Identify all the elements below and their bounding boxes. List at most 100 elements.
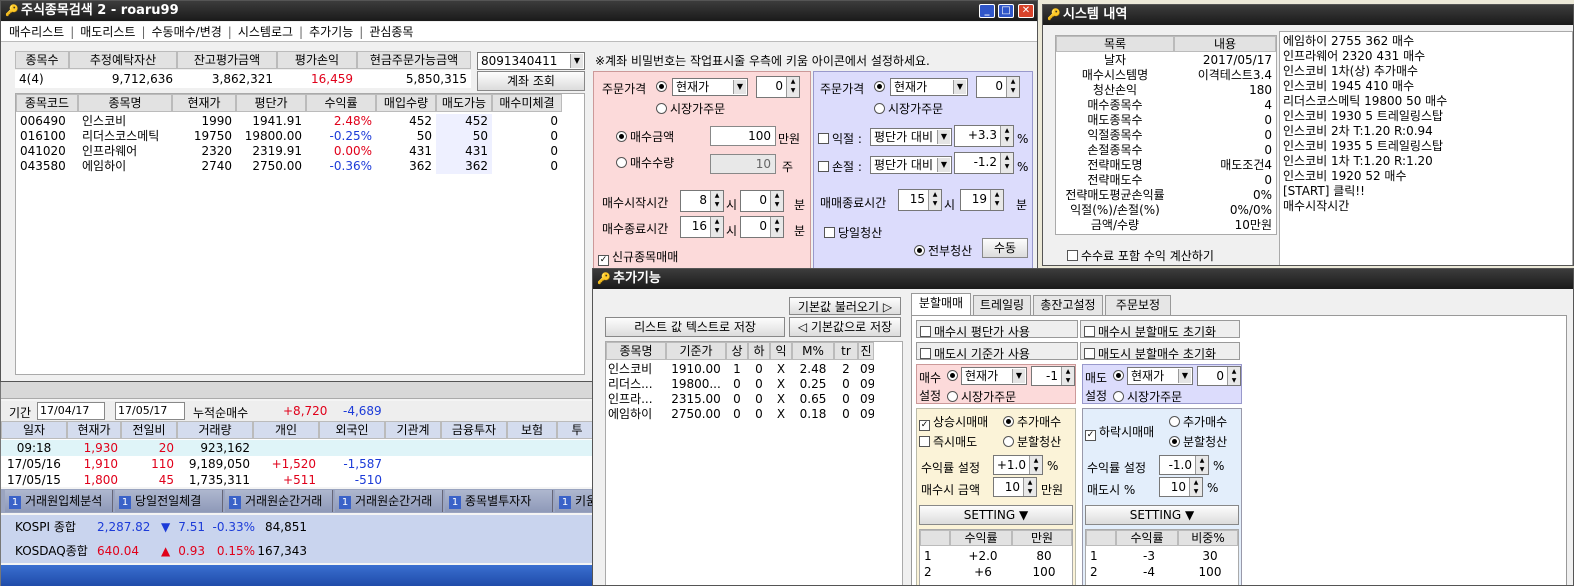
stock-cell[interactable]: 2320: [172, 144, 236, 159]
table-cell[interactable]: 1: [920, 548, 950, 564]
split-sell-price-select[interactable]: 현재가 ▼: [1127, 367, 1193, 385]
extra-list-cell[interactable]: 2.48: [792, 362, 834, 377]
stepper-arrows-icon[interactable]: ▲ ▼: [1000, 126, 1013, 146]
loss-basis-select[interactable]: 평단가 대비 ▼: [870, 156, 952, 174]
stock-cell[interactable]: 1990: [172, 114, 236, 129]
extra-list-cell[interactable]: 인스코비: [606, 362, 666, 377]
stock-cell[interactable]: 362: [376, 159, 436, 174]
split-sell-market-radio[interactable]: 시장가주문: [1113, 388, 1182, 405]
buy-price-type-select[interactable]: 현재가 ▼: [672, 78, 748, 96]
load-default-button[interactable]: 기본값 불러오기 ▷: [789, 297, 901, 315]
extra-list-cell[interactable]: X: [770, 377, 792, 392]
extra-list-cell[interactable]: 1: [726, 362, 748, 377]
tab-2[interactable]: 총잔고설정: [1033, 295, 1103, 315]
split-buy-price-select[interactable]: 현재가 ▼: [961, 367, 1027, 385]
extra-list-cell[interactable]: 2315.00: [666, 392, 726, 407]
fall-add-buy-radio[interactable]: 추가매수: [1169, 413, 1227, 430]
stock-cell[interactable]: 362: [436, 159, 492, 174]
menu-item-3[interactable]: 시스템로그: [238, 25, 293, 39]
sell-end-hour-stepper[interactable]: 15 ▲ ▼: [898, 189, 942, 211]
fall-split-clear-radio[interactable]: 분할청산: [1169, 433, 1227, 450]
stock-cell[interactable]: 에임하이: [78, 159, 172, 174]
buy-end-hour-stepper[interactable]: 16 ▲ ▼: [680, 216, 724, 238]
extra-list-cell[interactable]: 리더스...: [606, 377, 666, 392]
stepper-arrows-icon[interactable]: ▲ ▼: [1029, 456, 1042, 474]
stock-cell[interactable]: 인스코비: [78, 114, 172, 129]
menu-item-0[interactable]: 매수리스트: [9, 25, 64, 39]
sell-price-type-select[interactable]: 현재가 ▼: [890, 78, 968, 96]
menu-item-2[interactable]: 수동매수/변경: [152, 25, 222, 39]
extra-list-cell[interactable]: 19800...: [666, 377, 726, 392]
buy-qty-input[interactable]: 10: [710, 154, 776, 174]
stepper-arrows-icon[interactable]: ▲ ▼: [770, 217, 783, 237]
stock-cell[interactable]: 041020: [16, 144, 78, 159]
stepper-arrows-icon[interactable]: ▲ ▼: [710, 191, 723, 211]
extra-list-cell[interactable]: 09: [858, 407, 874, 422]
extra-list-cell[interactable]: 0: [748, 362, 770, 377]
buy-price-radio[interactable]: [656, 80, 670, 94]
table-cell[interactable]: +2.0: [950, 548, 1012, 564]
extra-list-cell[interactable]: X: [770, 362, 792, 377]
extra-list-cell[interactable]: 09: [858, 377, 874, 392]
stepper-arrows-icon[interactable]: ▲ ▼: [1023, 478, 1036, 496]
buy-market-radio[interactable]: 시장가주문: [656, 100, 725, 117]
save-text-button[interactable]: 리스트 값 텍스트로 저장: [605, 317, 785, 337]
table-cell[interactable]: 1: [1086, 548, 1116, 564]
menu-item-5[interactable]: 관심종목: [369, 25, 413, 39]
date-from-input[interactable]: 17/04/17: [37, 402, 105, 420]
extra-list-cell[interactable]: X: [770, 407, 792, 422]
profit-stepper[interactable]: +3.3 ▲ ▼: [954, 125, 1014, 147]
stock-cell[interactable]: 0: [492, 159, 562, 174]
stock-cell[interactable]: 50: [436, 129, 492, 144]
split-sell-price-radio[interactable]: [1113, 369, 1127, 383]
rise-split-clear-radio[interactable]: 분할청산: [1003, 433, 1061, 450]
split-buy-offset-stepper[interactable]: -1 ▲ ▼: [1031, 366, 1075, 386]
stock-cell[interactable]: 1941.91: [236, 114, 306, 129]
rise-setting-button[interactable]: SETTING ▼: [919, 505, 1073, 525]
close-button[interactable]: ✕: [1018, 4, 1034, 18]
extra-list-cell[interactable]: 0: [834, 377, 858, 392]
menu-item-1[interactable]: 매도리스트: [80, 25, 135, 39]
stock-cell[interactable]: 0: [492, 114, 562, 129]
stock-cell[interactable]: 2.48%: [306, 114, 376, 129]
stock-cell[interactable]: 0.00%: [306, 144, 376, 159]
menu-item-4[interactable]: 추가기능: [309, 25, 353, 39]
stock-cell[interactable]: 2740: [172, 159, 236, 174]
all-clear-radio[interactable]: 전부청산: [914, 242, 972, 259]
extra-list-cell[interactable]: 인프라...: [606, 392, 666, 407]
stepper-arrows-icon[interactable]: ▲ ▼: [1006, 77, 1019, 97]
table-cell[interactable]: 2: [920, 564, 950, 580]
tile-tab[interactable]: 1 당일전일체결: [115, 490, 223, 512]
stock-cell[interactable]: 431: [376, 144, 436, 159]
extra-list-cell[interactable]: 0: [726, 392, 748, 407]
stop-loss-checkbox[interactable]: 손절 :: [818, 158, 862, 175]
stepper-arrows-icon[interactable]: ▲ ▼: [990, 190, 1003, 210]
stock-cell[interactable]: 452: [436, 114, 492, 129]
stepper-arrows-icon[interactable]: ▲ ▼: [1061, 367, 1074, 385]
stock-cell[interactable]: 452: [376, 114, 436, 129]
stock-cell[interactable]: 19800.00: [236, 129, 306, 144]
tab-1[interactable]: 트레일링: [973, 295, 1031, 315]
opt-avg-price-checkbox[interactable]: 매수시 평단가 사용: [916, 320, 1078, 339]
tile-tab[interactable]: 1 거래원입체분석: [5, 490, 113, 512]
stock-cell[interactable]: 인프라웨어: [78, 144, 172, 159]
take-profit-checkbox[interactable]: 익절 :: [818, 130, 862, 147]
stepper-arrows-icon[interactable]: ▲ ▼: [770, 191, 783, 211]
sell-price-radio[interactable]: [874, 80, 888, 94]
extra-list-cell[interactable]: 0: [748, 377, 770, 392]
extra-list-cell[interactable]: 09: [858, 392, 874, 407]
table-cell[interactable]: 2: [1086, 564, 1116, 580]
table-cell[interactable]: +6: [950, 564, 1012, 580]
sell-offset-stepper[interactable]: 0 ▲ ▼: [976, 76, 1020, 98]
stepper-arrows-icon[interactable]: ▲ ▼: [710, 217, 723, 237]
buy-start-hour-stepper[interactable]: 8 ▲ ▼: [680, 190, 724, 212]
buy-offset-stepper[interactable]: 0 ▲ ▼: [756, 76, 800, 98]
stock-cell[interactable]: 006490: [16, 114, 78, 129]
stock-cell[interactable]: 0: [492, 129, 562, 144]
stepper-arrows-icon[interactable]: ▲ ▼: [1189, 478, 1202, 496]
stock-cell[interactable]: 0: [492, 144, 562, 159]
buy-amount-radio[interactable]: 매수금액: [616, 128, 674, 145]
rise-add-buy-radio[interactable]: 추가매수: [1003, 413, 1061, 430]
stock-cell[interactable]: 50: [376, 129, 436, 144]
opt-split-buy-reset-checkbox[interactable]: 매도시 분할매수 초기화: [1080, 342, 1240, 361]
